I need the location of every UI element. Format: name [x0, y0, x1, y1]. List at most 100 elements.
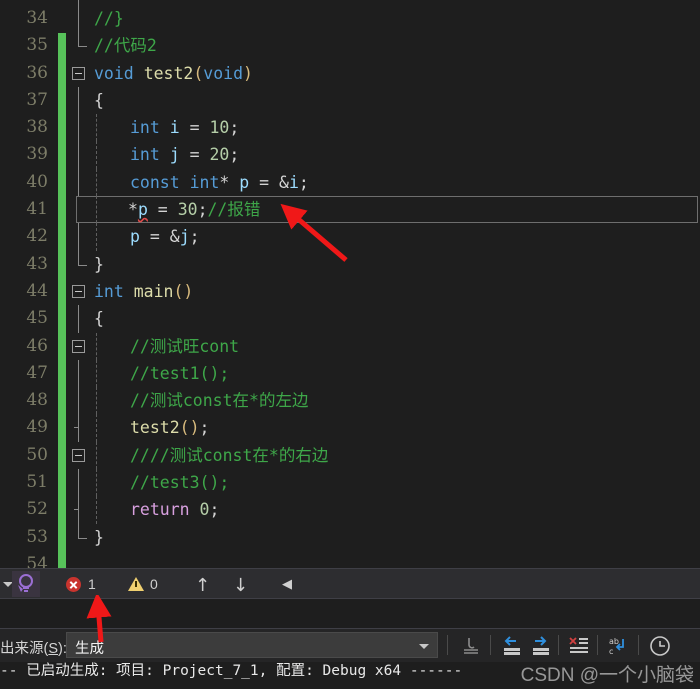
- fold-guide: [78, 305, 79, 333]
- token-punct: ;: [229, 118, 240, 138]
- token-punct: ;: [229, 145, 240, 165]
- panel-gap: [0, 599, 700, 628]
- code-text: int i = 10;: [130, 114, 239, 141]
- watermark: CSDN @一个小脑袋: [520, 665, 694, 686]
- fold-collapse-icon[interactable]: [72, 66, 85, 80]
- code-line[interactable]: 47 //测试旺cont: [0, 332, 700, 415]
- clear-all-icon[interactable]: [567, 635, 591, 657]
- wrap-glyph: ab c: [609, 637, 624, 656]
- navigate-forward-icon[interactable]: [529, 635, 553, 657]
- code-text: }: [94, 254, 104, 274]
- svg-text:c: c: [609, 647, 613, 656]
- code-line[interactable]: 48 //test1();: [0, 359, 700, 442]
- output-pane[interactable]: 出来源(S): 生成 ab c -- 已启动生成: 项目: Project_7_…: [0, 628, 700, 689]
- fold-guide: [78, 469, 79, 497]
- token-function: test2: [130, 418, 180, 438]
- clock-glyph: [650, 636, 670, 656]
- token-variable: p: [130, 227, 140, 247]
- fold-guide: [78, 496, 79, 524]
- warning-triangle-icon[interactable]: [128, 577, 144, 591]
- toolbar-divider: [638, 635, 639, 655]
- token-paren: (): [179, 418, 200, 438]
- change-bar: [58, 550, 66, 568]
- token-punct: ;: [209, 500, 220, 520]
- code-line[interactable]: 49 //测试const在*的左边: [0, 387, 700, 470]
- next-error-button[interactable]: ↓: [233, 575, 248, 596]
- navigate-back-button[interactable]: ◀: [282, 577, 292, 592]
- code-text: }: [94, 527, 104, 547]
- find-icon[interactable]: [460, 635, 484, 657]
- code-line-current[interactable]: 42 *p = 30;//报错: [0, 196, 700, 278]
- code-line[interactable]: 40 int j = 20;: [0, 141, 700, 224]
- code-line[interactable]: 35 //}: [0, 5, 700, 87]
- token-operator: = &: [139, 227, 180, 247]
- code-text: return 0;: [130, 496, 219, 523]
- pin-lightbulb-icon[interactable]: [12, 571, 40, 597]
- code-text: //代码2: [94, 36, 157, 56]
- token-keyword: int: [130, 145, 160, 165]
- code-line[interactable]: 43 p = &j;: [0, 223, 700, 306]
- output-source-select[interactable]: 生成: [66, 632, 438, 658]
- fold-collapse-icon[interactable]: [72, 339, 85, 353]
- token-punct: ;: [197, 200, 208, 220]
- code-line[interactable]: 53 return 0;: [0, 496, 700, 568]
- code-line[interactable]: 54 }: [0, 523, 700, 568]
- token-keyword: int: [94, 281, 124, 301]
- label-accesskey: S: [48, 641, 59, 657]
- fold-collapse-icon[interactable]: [72, 448, 85, 462]
- code-line[interactable]: 44 }: [0, 250, 700, 333]
- token-variable: j: [179, 227, 190, 247]
- clear-glyph: [569, 637, 588, 653]
- output-toolbar[interactable]: 出来源(S): 生成 ab c: [0, 629, 700, 662]
- code-line[interactable]: 36 //代码2: [0, 32, 700, 115]
- code-editor[interactable]: 34 // 35 //} 36 //代码2 37 void test2(void…: [0, 0, 700, 568]
- code-text: //test1();: [130, 363, 230, 383]
- fold-guide-end: [78, 32, 87, 48]
- token-punct: ;: [298, 172, 309, 192]
- svg-text:ab: ab: [609, 637, 619, 646]
- previous-error-button[interactable]: ↑: [195, 575, 210, 596]
- word-wrap-icon[interactable]: ab c: [607, 635, 631, 657]
- indent-guide: [96, 414, 97, 442]
- token-operator: = &: [249, 172, 289, 192]
- fold-guide: [78, 5, 79, 33]
- code-text: //test3();: [130, 473, 230, 493]
- token-comment: //报错: [207, 200, 261, 220]
- indent-guide: [96, 114, 97, 142]
- token-keyword-control: return: [130, 500, 190, 520]
- token-number: 30: [177, 200, 198, 220]
- code-line[interactable]: 52 //test3();: [0, 469, 700, 551]
- token-paren: (): [173, 281, 194, 301]
- code-line[interactable]: 39 int i = 10;: [0, 114, 700, 197]
- code-line[interactable]: 46 {: [0, 305, 700, 388]
- token-variable: j: [169, 145, 180, 165]
- code-line[interactable]: 38 {: [0, 86, 700, 169]
- token-keyword: void: [203, 63, 244, 83]
- fold-collapse-icon[interactable]: [72, 284, 85, 298]
- token-operator: *: [128, 200, 138, 220]
- code-line[interactable]: 45 int main(): [0, 278, 700, 360]
- lightbulb-glyph: [18, 574, 33, 592]
- chevron-down-icon[interactable]: [419, 644, 429, 649]
- indent-guide: [96, 141, 97, 169]
- code-line[interactable]: 37 void test2(void): [0, 60, 700, 142]
- error-count: 1: [88, 576, 96, 592]
- error-list-toolbar[interactable]: 1 0 ↑ ↓ ◀: [0, 568, 700, 599]
- token-paren: ): [243, 63, 253, 83]
- token-punct: ;: [199, 418, 210, 438]
- code-line[interactable]: 50 test2();: [0, 414, 700, 497]
- token-punct: ;: [189, 227, 200, 247]
- code-line[interactable]: 51 ////测试const在*的右边: [0, 441, 700, 524]
- line-number: 54: [26, 553, 48, 568]
- error-circle-icon[interactable]: [66, 577, 81, 592]
- code-text: int main(): [94, 278, 193, 305]
- code-text: test2();: [130, 414, 209, 441]
- navigate-back-icon[interactable]: [500, 635, 524, 657]
- back-arrow-glyph: [504, 636, 520, 655]
- show-timestamps-icon[interactable]: [648, 635, 672, 657]
- token-keyword: const: [130, 172, 180, 192]
- code-line[interactable]: 41 const int* p = &i;: [0, 168, 700, 251]
- indent-guide: [96, 223, 97, 251]
